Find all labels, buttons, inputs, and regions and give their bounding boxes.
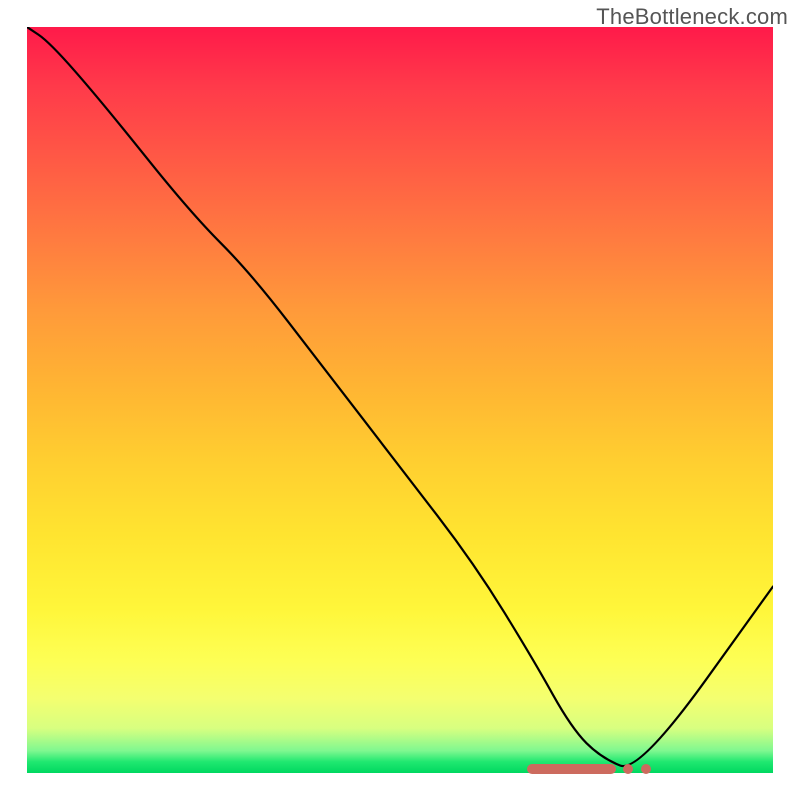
bottleneck-curve-path (27, 27, 773, 766)
optimal-range-marker (527, 764, 617, 774)
optimal-point-marker-1 (623, 764, 633, 774)
bottleneck-chart (27, 27, 773, 773)
chart-curve-layer (27, 27, 773, 773)
